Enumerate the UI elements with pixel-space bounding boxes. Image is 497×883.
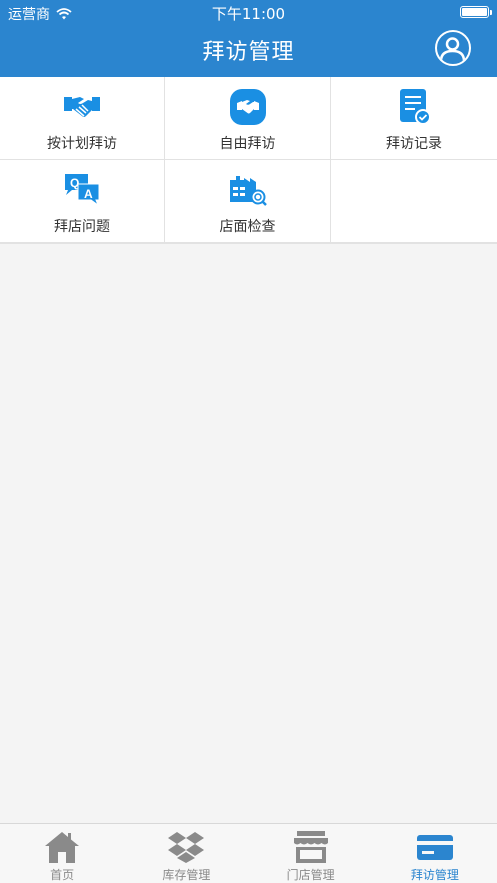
header: 运营商 下午11:00 拜访管理 bbox=[0, 0, 497, 77]
status-bar: 运营商 下午11:00 bbox=[0, 0, 497, 24]
tab-label: 库存管理 bbox=[162, 868, 211, 882]
menu-empty-cell bbox=[331, 160, 497, 243]
menu-item-label: 按计划拜访 bbox=[47, 136, 117, 152]
handshake-badge-icon bbox=[228, 87, 268, 127]
tab-visit-management[interactable]: 拜访管理 bbox=[373, 824, 497, 883]
record-document-icon bbox=[394, 87, 434, 127]
menu-item-label: 自由拜访 bbox=[219, 136, 276, 152]
tab-home[interactable]: 首页 bbox=[0, 824, 124, 883]
svg-text:A: A bbox=[84, 187, 93, 201]
visit-menu-grid: 按计划拜访 自由拜访 拜访记录 Q A 拜店问题 店面检查 bbox=[0, 77, 497, 244]
store-inspect-icon bbox=[228, 170, 268, 210]
storefront-icon bbox=[291, 830, 331, 864]
menu-item-store-inspection[interactable]: 店面检查 bbox=[165, 160, 331, 243]
navbar: 拜访管理 bbox=[0, 24, 497, 77]
handshake-icon bbox=[62, 87, 102, 127]
menu-item-label: 拜店问题 bbox=[54, 219, 110, 235]
menu-item-label: 拜访记录 bbox=[386, 136, 442, 152]
menu-item-visit-record[interactable]: 拜访记录 bbox=[331, 77, 497, 160]
card-icon bbox=[415, 830, 455, 864]
svg-text:Q: Q bbox=[70, 176, 79, 190]
menu-item-planned-visit[interactable]: 按计划拜访 bbox=[0, 77, 165, 160]
home-icon bbox=[42, 830, 82, 864]
tab-label: 门店管理 bbox=[286, 868, 335, 882]
qa-chat-icon: Q A bbox=[62, 170, 102, 210]
tab-store-management[interactable]: 门店管理 bbox=[249, 824, 373, 883]
tab-inventory[interactable]: 库存管理 bbox=[124, 824, 248, 883]
tab-label: 拜访管理 bbox=[410, 868, 459, 882]
menu-item-store-issues[interactable]: Q A 拜店问题 bbox=[0, 160, 165, 243]
tab-label: 首页 bbox=[50, 868, 75, 882]
menu-item-label: 店面检查 bbox=[219, 219, 276, 235]
tab-bar: 首页 库存管理 门店管理 拜访管理 bbox=[0, 823, 497, 883]
status-time: 下午11:00 bbox=[211, 5, 286, 23]
user-icon[interactable] bbox=[435, 30, 471, 66]
page-title: 拜访管理 bbox=[202, 40, 295, 65]
dropbox-boxes-icon bbox=[166, 830, 206, 864]
battery-icon bbox=[460, 6, 492, 18]
menu-item-free-visit[interactable]: 自由拜访 bbox=[165, 77, 331, 160]
